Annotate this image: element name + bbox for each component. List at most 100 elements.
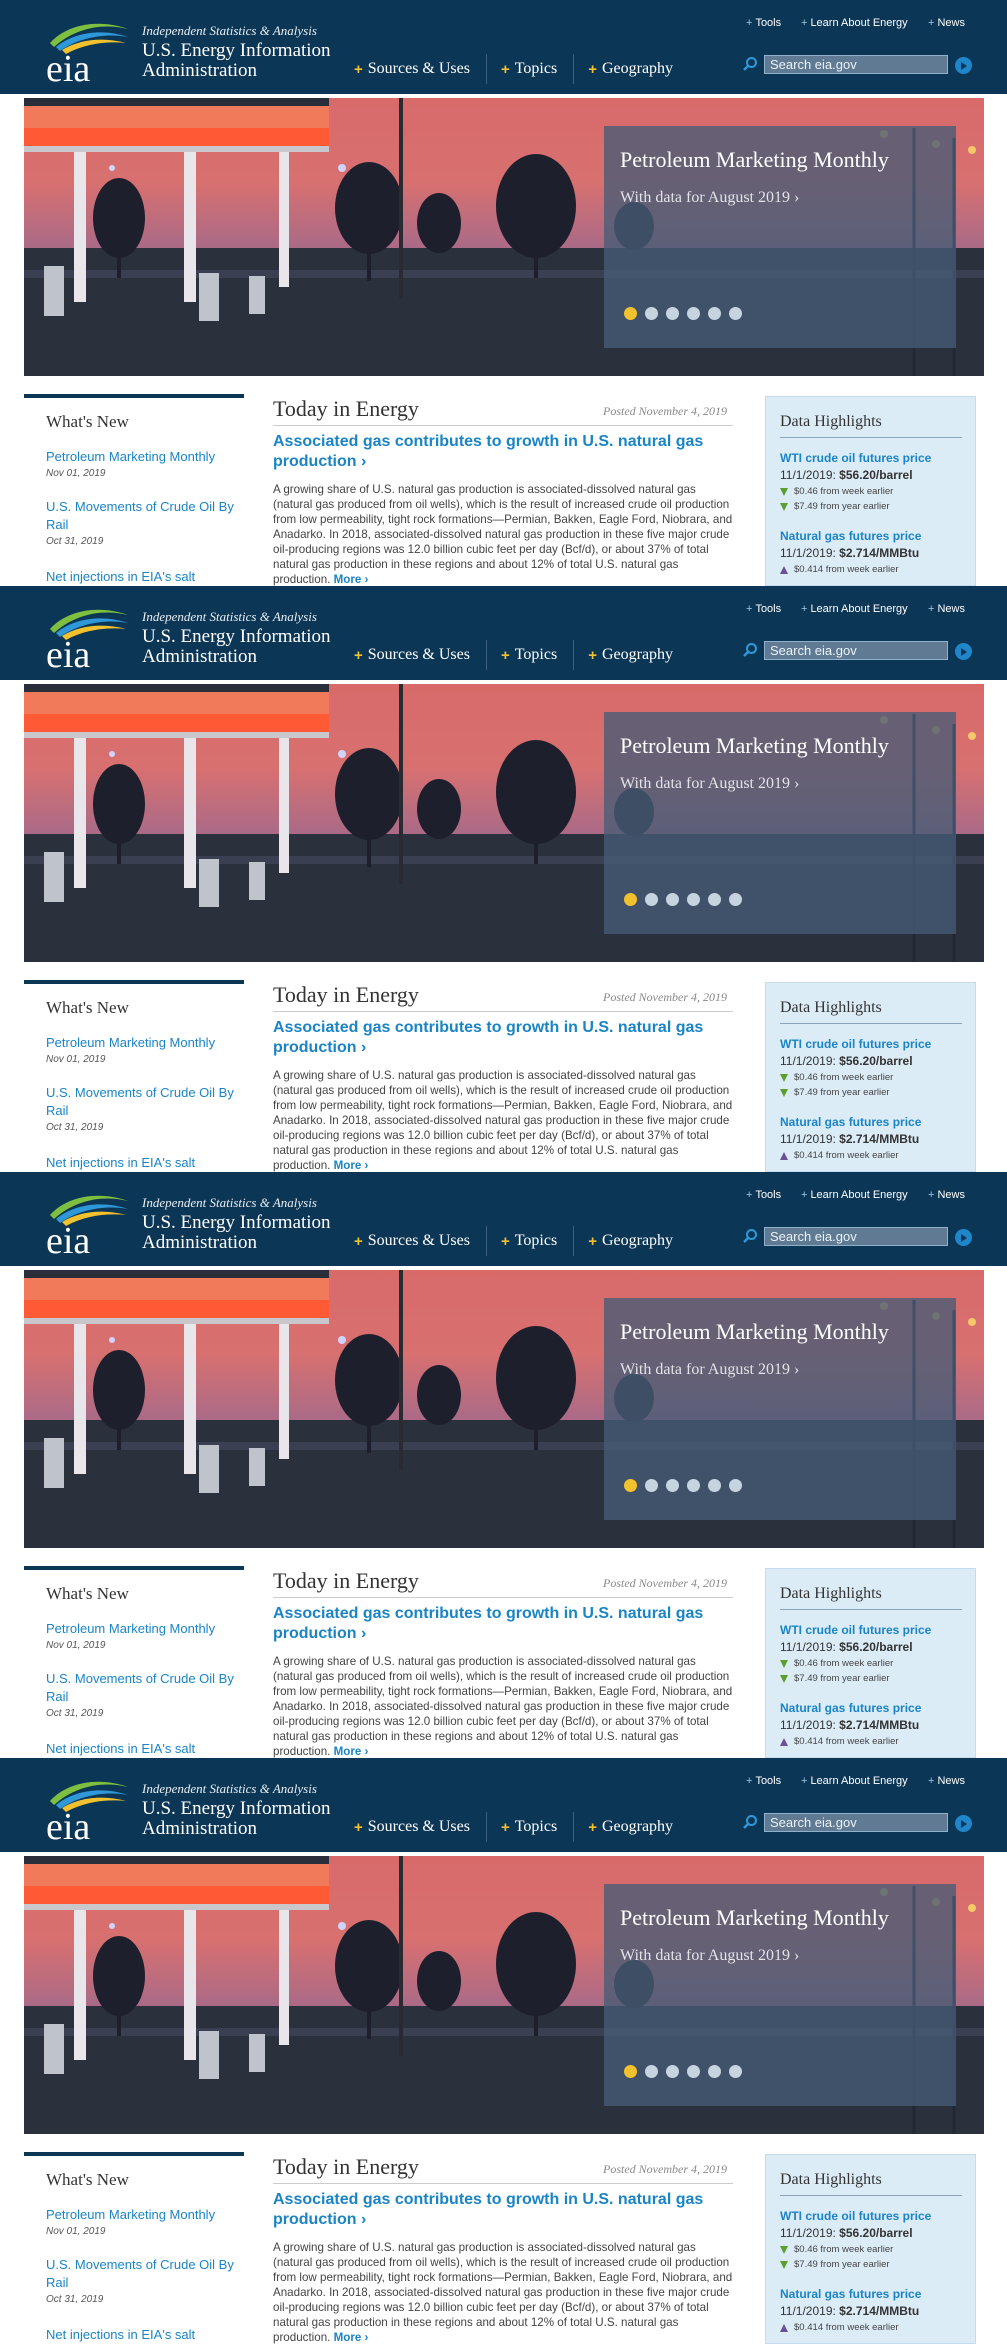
nav-geography[interactable]: + Geography	[573, 1812, 689, 1842]
nav-topics[interactable]: + Topics	[485, 54, 573, 84]
carousel-dot[interactable]	[666, 2065, 679, 2078]
eia-logo[interactable]: eia	[46, 1189, 131, 1257]
whats-new-link[interactable]: U.S. Movements of Crude Oil By Rail	[46, 498, 236, 534]
carousel-dot[interactable]	[624, 2065, 637, 2078]
whats-new-link[interactable]: Petroleum Marketing Monthly	[46, 1620, 236, 1638]
highlight-name-link[interactable]: WTI crude oil futures price	[780, 1623, 970, 1637]
more-link[interactable]: More ›	[334, 1745, 369, 1758]
whats-new-link[interactable]: Petroleum Marketing Monthly	[46, 448, 236, 466]
promo-title[interactable]: Petroleum Marketing Monthly	[620, 1319, 889, 1345]
whats-new-link[interactable]: Petroleum Marketing Monthly	[46, 2206, 236, 2224]
hero-carousel[interactable]: Petroleum Marketing Monthly With data fo…	[24, 684, 984, 962]
carousel-dot[interactable]	[729, 307, 742, 320]
whats-new-link[interactable]: Net injections in EIA's salt storage reg…	[46, 568, 236, 586]
carousel-dot[interactable]	[708, 1479, 721, 1492]
nav-geography[interactable]: + Geography	[573, 54, 689, 84]
nav-sources-uses[interactable]: + Sources & Uses	[350, 54, 486, 84]
promo-title[interactable]: Petroleum Marketing Monthly	[620, 733, 889, 759]
article-title-link[interactable]: Associated gas contributes to growth in …	[273, 2190, 733, 2230]
carousel-dot[interactable]	[687, 307, 700, 320]
article-title-link[interactable]: Associated gas contributes to growth in …	[273, 432, 733, 472]
highlight-name-link[interactable]: WTI crude oil futures price	[780, 2209, 970, 2223]
search-input[interactable]: Search eia.gov	[764, 1227, 948, 1246]
whats-new-link[interactable]: U.S. Movements of Crude Oil By Rail	[46, 1670, 236, 1706]
util-tools-link[interactable]: + Tools	[746, 603, 781, 615]
promo-title[interactable]: Petroleum Marketing Monthly	[620, 1905, 889, 1931]
promo-subtitle-link[interactable]: With data for August 2019 ›	[620, 1947, 799, 1965]
highlight-name-link[interactable]: Natural gas futures price	[780, 2287, 970, 2301]
highlight-name-link[interactable]: WTI crude oil futures price	[780, 451, 970, 465]
promo-panel[interactable]: Petroleum Marketing Monthly With data fo…	[604, 1298, 956, 1520]
nav-sources-uses[interactable]: + Sources & Uses	[350, 1812, 486, 1842]
carousel-dot[interactable]	[645, 893, 658, 906]
arrow-right-circle-icon[interactable]	[955, 1229, 972, 1246]
carousel-dot[interactable]	[708, 2065, 721, 2078]
carousel-dot[interactable]	[708, 307, 721, 320]
article-title-link[interactable]: Associated gas contributes to growth in …	[273, 1018, 733, 1058]
nav-sources-uses[interactable]: + Sources & Uses	[350, 640, 486, 670]
search-input[interactable]: Search eia.gov	[764, 1813, 948, 1832]
highlight-name-link[interactable]: WTI crude oil futures price	[780, 1037, 970, 1051]
util-learn-about-energy-link[interactable]: + Learn About Energy	[801, 1189, 908, 1201]
carousel-dot[interactable]	[666, 307, 679, 320]
carousel-dot[interactable]	[624, 1479, 637, 1492]
nav-geography[interactable]: + Geography	[573, 1226, 689, 1256]
eia-logo[interactable]: eia	[46, 1775, 131, 1843]
promo-panel[interactable]: Petroleum Marketing Monthly With data fo…	[604, 1884, 956, 2106]
highlight-name-link[interactable]: Natural gas futures price	[780, 1115, 970, 1129]
carousel-dot[interactable]	[666, 1479, 679, 1492]
carousel-dot[interactable]	[729, 1479, 742, 1492]
nav-sources-uses[interactable]: + Sources & Uses	[350, 1226, 486, 1256]
util-news-link[interactable]: + News	[928, 1189, 965, 1201]
carousel-dot[interactable]	[624, 893, 637, 906]
carousel-dot[interactable]	[729, 893, 742, 906]
nav-topics[interactable]: + Topics	[485, 1812, 573, 1842]
whats-new-link[interactable]: Net injections in EIA's salt storage reg…	[46, 2326, 236, 2344]
carousel-dot[interactable]	[645, 1479, 658, 1492]
whats-new-link[interactable]: Net injections in EIA's salt storage reg…	[46, 1740, 236, 1758]
arrow-right-circle-icon[interactable]	[955, 57, 972, 74]
more-link[interactable]: More ›	[334, 2331, 369, 2344]
util-learn-about-energy-link[interactable]: + Learn About Energy	[801, 17, 908, 29]
util-news-link[interactable]: + News	[928, 1775, 965, 1787]
promo-subtitle-link[interactable]: With data for August 2019 ›	[620, 1361, 799, 1379]
arrow-right-circle-icon[interactable]	[955, 1815, 972, 1832]
util-news-link[interactable]: + News	[928, 603, 965, 615]
arrow-right-circle-icon[interactable]	[955, 643, 972, 660]
util-tools-link[interactable]: + Tools	[746, 1775, 781, 1787]
carousel-dot[interactable]	[624, 307, 637, 320]
more-link[interactable]: More ›	[334, 1159, 369, 1172]
search-input[interactable]: Search eia.gov	[764, 55, 948, 74]
promo-subtitle-link[interactable]: With data for August 2019 ›	[620, 775, 799, 793]
util-tools-link[interactable]: + Tools	[746, 17, 781, 29]
whats-new-link[interactable]: U.S. Movements of Crude Oil By Rail	[46, 2256, 236, 2292]
article-title-link[interactable]: Associated gas contributes to growth in …	[273, 1604, 733, 1644]
more-link[interactable]: More ›	[334, 573, 369, 586]
today-heading[interactable]: Today in Energy	[273, 2154, 419, 2180]
carousel-dot[interactable]	[645, 307, 658, 320]
carousel-dot[interactable]	[687, 2065, 700, 2078]
util-news-link[interactable]: + News	[928, 17, 965, 29]
nav-topics[interactable]: + Topics	[485, 640, 573, 670]
nav-topics[interactable]: + Topics	[485, 1226, 573, 1256]
carousel-dot[interactable]	[666, 893, 679, 906]
hero-carousel[interactable]: Petroleum Marketing Monthly With data fo…	[24, 98, 984, 376]
carousel-dot[interactable]	[729, 2065, 742, 2078]
organization-name[interactable]: U.S. Energy Information Administration	[142, 41, 352, 81]
nav-geography[interactable]: + Geography	[573, 640, 689, 670]
carousel-dot[interactable]	[687, 893, 700, 906]
whats-new-link[interactable]: Petroleum Marketing Monthly	[46, 1034, 236, 1052]
highlight-name-link[interactable]: Natural gas futures price	[780, 529, 970, 543]
organization-name[interactable]: U.S. Energy Information Administration	[142, 1799, 352, 1839]
carousel-dot[interactable]	[645, 2065, 658, 2078]
whats-new-link[interactable]: U.S. Movements of Crude Oil By Rail	[46, 1084, 236, 1120]
organization-name[interactable]: U.S. Energy Information Administration	[142, 1213, 352, 1253]
promo-subtitle-link[interactable]: With data for August 2019 ›	[620, 189, 799, 207]
util-learn-about-energy-link[interactable]: + Learn About Energy	[801, 1775, 908, 1787]
hero-carousel[interactable]: Petroleum Marketing Monthly With data fo…	[24, 1856, 984, 2134]
eia-logo[interactable]: eia	[46, 17, 131, 85]
today-heading[interactable]: Today in Energy	[273, 396, 419, 422]
whats-new-link[interactable]: Net injections in EIA's salt storage reg…	[46, 1154, 236, 1172]
organization-name[interactable]: U.S. Energy Information Administration	[142, 627, 352, 667]
util-tools-link[interactable]: + Tools	[746, 1189, 781, 1201]
